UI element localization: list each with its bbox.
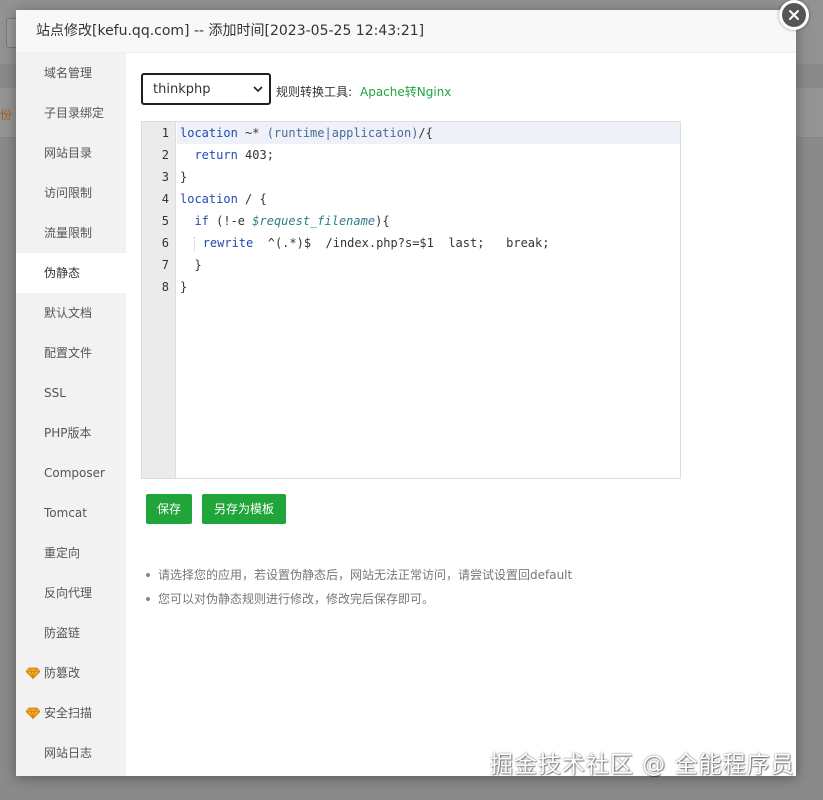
sidebar-item-label: SSL bbox=[44, 386, 66, 400]
sidebar-item-label: 伪静态 bbox=[44, 266, 81, 280]
app-select-value: thinkphp bbox=[153, 81, 211, 97]
sidebar-item[interactable]: 伪静态 bbox=[16, 253, 126, 293]
line-number: 7 bbox=[161, 258, 169, 272]
save-button[interactable]: 保存 bbox=[146, 494, 192, 524]
line-number: 5 bbox=[161, 214, 169, 228]
sidebar-item-label: PHP版本 bbox=[44, 426, 92, 440]
sidebar-item[interactable]: 默认文档 bbox=[16, 293, 126, 333]
sidebar-item[interactable]: 安全扫描 bbox=[16, 693, 126, 733]
code-area[interactable]: location ~* (runtime|application)/{ retu… bbox=[177, 122, 680, 298]
tips-list: 请选择您的应用，若设置伪静态后，网站无法正常访问，请尝试设置回default 您… bbox=[146, 563, 572, 611]
background-text: 份 bbox=[0, 108, 13, 122]
sidebar-item-label: 安全扫描 bbox=[44, 706, 93, 720]
code-line: rewrite ^(.*)$ /index.php?s=$1 last; bre… bbox=[177, 232, 680, 254]
sidebar-item[interactable]: Composer bbox=[16, 453, 126, 493]
save-as-template-button[interactable]: 另存为模板 bbox=[202, 494, 286, 524]
code-line: return 403; bbox=[194, 148, 274, 162]
line-number: 4 bbox=[161, 192, 169, 206]
line-number: 3 bbox=[161, 170, 169, 184]
sidebar-item-label: Composer bbox=[44, 466, 105, 480]
close-icon bbox=[782, 3, 806, 27]
sidebar-item-label: 配置文件 bbox=[44, 346, 93, 360]
sidebar-item[interactable]: 防篡改 bbox=[16, 653, 126, 693]
site-edit-dialog: 站点修改[kefu.qq.com] -- 添加时间[2023-05-25 12:… bbox=[16, 10, 796, 776]
tip-item: 请选择您的应用，若设置伪静态后，网站无法正常访问，请尝试设置回default bbox=[146, 563, 572, 587]
sidebar-item[interactable]: 网站目录 bbox=[16, 133, 126, 173]
line-gutter: 1 2 3 4 5 6 7 8 bbox=[142, 122, 176, 478]
sidebar-item[interactable]: 域名管理 bbox=[16, 53, 126, 93]
converter-label: 规则转换工具: bbox=[276, 85, 353, 99]
code-line: } bbox=[180, 170, 188, 184]
sidebar-item-label: 流量限制 bbox=[44, 226, 93, 240]
sidebar-item[interactable]: 重定向 bbox=[16, 533, 126, 573]
line-number: 6 bbox=[161, 236, 169, 250]
code-line: location / { bbox=[180, 192, 267, 206]
dialog-title: 站点修改[kefu.qq.com] -- 添加时间[2023-05-25 12:… bbox=[16, 10, 796, 53]
rewrite-panel: thinkphp 规则转换工具: Apache转Nginx 1 2 3 4 5 6 7 8 l… bbox=[126, 53, 796, 776]
sidebar-item-label: 访问限制 bbox=[44, 186, 93, 200]
app-select[interactable]: thinkphp bbox=[141, 73, 271, 105]
sidebar-item[interactable]: 网站日志 bbox=[16, 733, 126, 773]
watermark: 掘金技术社区 @ 全能程序员 bbox=[490, 752, 795, 778]
sidebar-item-label: Tomcat bbox=[44, 506, 87, 520]
dialog-sidebar: 域名管理子目录绑定网站目录访问限制流量限制伪静态默认文档配置文件 SSL PHP版本… bbox=[16, 53, 126, 776]
sidebar-item-label: 默认文档 bbox=[44, 306, 93, 320]
sidebar-item[interactable]: PHP版本 bbox=[16, 413, 126, 453]
sidebar-item[interactable]: 流量限制 bbox=[16, 213, 126, 253]
sidebar-item[interactable]: Tomcat bbox=[16, 493, 126, 533]
sidebar-item[interactable]: 配置文件 bbox=[16, 333, 126, 373]
sidebar-item[interactable]: SSL bbox=[16, 373, 126, 413]
diamond-icon bbox=[26, 707, 40, 719]
sidebar-item-label: 重定向 bbox=[44, 546, 81, 560]
sidebar-item-label: 子目录绑定 bbox=[44, 106, 105, 120]
sidebar-item[interactable]: 子目录绑定 bbox=[16, 93, 126, 133]
code-line: } bbox=[180, 280, 188, 294]
converter-link[interactable]: Apache转Nginx bbox=[360, 83, 451, 100]
sidebar-item[interactable]: 防盗链 bbox=[16, 613, 126, 653]
sidebar-item-label: 反向代理 bbox=[44, 586, 93, 600]
sidebar-item[interactable]: 访问限制 bbox=[16, 173, 126, 213]
sidebar-item-label: 网站目录 bbox=[44, 146, 93, 160]
code-line: } bbox=[180, 258, 202, 272]
sidebar-item-label: 网站日志 bbox=[44, 746, 93, 760]
tip-item: 您可以对伪静态规则进行修改，修改完后保存即可。 bbox=[146, 587, 572, 611]
diamond-icon bbox=[26, 667, 40, 679]
line-number: 8 bbox=[161, 280, 169, 294]
sidebar-item[interactable]: 反向代理 bbox=[16, 573, 126, 613]
code-line: if (!-e $request_filename){ bbox=[194, 214, 390, 228]
sidebar-item-label: 域名管理 bbox=[44, 66, 93, 80]
chevron-down-icon bbox=[253, 86, 263, 93]
close-icon-glyph bbox=[789, 10, 799, 20]
line-number: 1 bbox=[161, 126, 169, 140]
code-editor[interactable]: 1 2 3 4 5 6 7 8 location ~* (runtime|applicatio… bbox=[141, 121, 681, 479]
close-button[interactable] bbox=[779, 0, 809, 30]
code-line: location ~* (runtime|application)/{ bbox=[177, 122, 680, 144]
sidebar-item-label: 防篡改 bbox=[44, 666, 81, 680]
sidebar-item-label: 防盗链 bbox=[44, 626, 81, 640]
line-number: 2 bbox=[161, 148, 169, 162]
